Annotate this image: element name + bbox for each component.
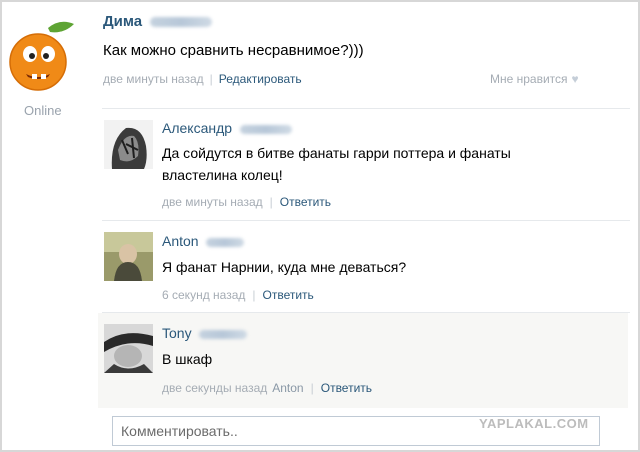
- comment-meta: 6 секунд назад | Ответить: [162, 288, 314, 302]
- reply-to-name[interactable]: Anton: [272, 381, 303, 395]
- comment-text-line: Я фанат Нарнии, куда мне деваться?: [162, 259, 407, 275]
- leaf-icon: [48, 21, 74, 33]
- post-author-link[interactable]: Дима: [103, 13, 213, 30]
- blurred-surname: [199, 329, 248, 339]
- comment-time[interactable]: две секунды назад: [162, 381, 267, 395]
- blurred-surname: [150, 17, 213, 28]
- reply-link[interactable]: Ответить: [263, 288, 314, 302]
- post-text: Как можно сравнить несравнимое?))): [103, 42, 364, 59]
- comment-author[interactable]: Tony: [162, 325, 248, 341]
- comment-text-line: властелина колец!: [162, 167, 283, 183]
- comment-meta: две минуты назад | Ответить: [162, 195, 332, 209]
- blurred-surname: [206, 237, 245, 247]
- comment-author[interactable]: Anton: [162, 233, 245, 249]
- commenter-avatar[interactable]: [104, 232, 153, 281]
- comment-text: В шкаф: [162, 348, 212, 370]
- blurred-surname: [239, 124, 292, 134]
- comment-text: Да сойдутся в битве фанаты гарри поттера…: [162, 142, 511, 186]
- post-author-name[interactable]: Дима: [103, 13, 142, 30]
- reply-link[interactable]: Ответить: [280, 195, 331, 209]
- author-avatar[interactable]: [8, 14, 76, 96]
- comment-text: Я фанат Нарнии, куда мне деваться?: [162, 256, 406, 278]
- post-meta: две минуты назад | Редактировать: [103, 72, 302, 86]
- heart-icon: ♥: [571, 72, 579, 86]
- comment-author-name[interactable]: Александр: [162, 120, 232, 136]
- comment-item: Anton Я фанат Нарнии, куда мне деваться?…: [98, 220, 628, 312]
- comment-text-line: В шкаф: [162, 351, 213, 367]
- comment-author[interactable]: Александр: [162, 120, 292, 136]
- comment-text-line: Да сойдутся в битве фанаты гарри поттера…: [162, 145, 511, 161]
- comment-time[interactable]: 6 секунд назад: [162, 288, 245, 302]
- comment-input-placeholder: Комментировать..: [121, 423, 238, 439]
- edit-link[interactable]: Редактировать: [219, 72, 302, 86]
- post-time[interactable]: две минуты назад: [103, 72, 204, 86]
- post-container: Online Дима Как можно сравнить несравним…: [0, 0, 640, 452]
- watermark: YAPLAKAL.COM: [479, 416, 589, 431]
- comment-time[interactable]: две минуты назад: [162, 195, 263, 209]
- comment-item: Александр Да сойдутся в битве фанаты гар…: [98, 108, 628, 220]
- comment-meta: две секунды назад Anton | Ответить: [162, 381, 373, 395]
- commenter-avatar[interactable]: [104, 324, 153, 373]
- comment-author-name[interactable]: Tony: [162, 325, 192, 341]
- comment-author-name[interactable]: Anton: [162, 233, 199, 249]
- like-button[interactable]: Мне нравится ♥: [490, 72, 579, 86]
- online-status: Online: [24, 103, 62, 118]
- reply-link[interactable]: Ответить: [321, 381, 372, 395]
- comment-item: Tony В шкаф две секунды назад Anton | Ответ…: [98, 313, 628, 408]
- commenter-avatar[interactable]: [104, 120, 153, 169]
- like-label: Мне нравится: [490, 72, 568, 86]
